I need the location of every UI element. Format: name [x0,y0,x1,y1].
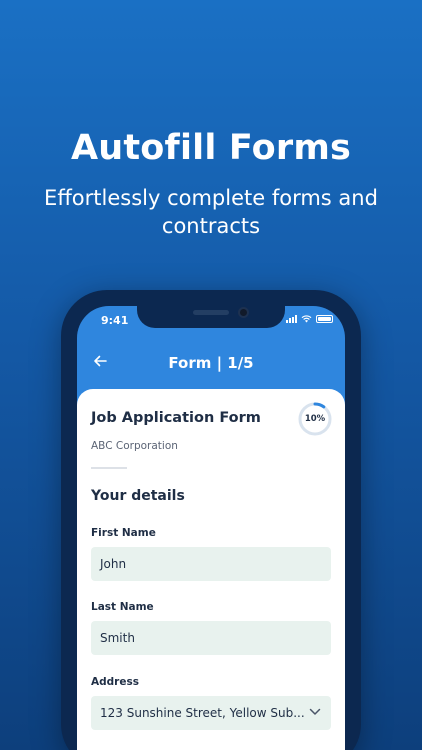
address-label: Address [91,676,139,688]
last-name-field[interactable]: Smith [91,621,331,655]
first-name-label: First Name [91,527,156,539]
address-select[interactable]: 123 Sunshine Street, Yellow Sub... [91,696,331,730]
last-name-label: Last Name [91,601,154,613]
section-title: Your details [91,488,185,504]
speaker-grille [193,310,229,315]
divider [91,467,127,469]
address-value: 123 Sunshine Street, Yellow Sub... [100,706,305,720]
progress-label: 10% [304,414,326,424]
page-title: Form | 1/5 [168,354,254,372]
signal-icon [286,315,297,323]
first-name-field[interactable]: John [91,547,331,581]
arrow-left-icon[interactable] [92,353,108,369]
promo-headline: Autofill Forms [70,128,352,168]
status-icons [286,315,333,323]
chevron-down-icon [309,708,321,715]
status-time: 9:41 [101,314,129,327]
phone-notch [137,302,285,328]
camera-icon [238,307,249,318]
form-title: Job Application Form [91,410,261,426]
wifi-icon [301,315,312,323]
promo-subline: Effortlessly complete forms and contract… [44,186,378,238]
company-name: ABC Corporation [91,440,178,452]
battery-icon [316,315,333,323]
